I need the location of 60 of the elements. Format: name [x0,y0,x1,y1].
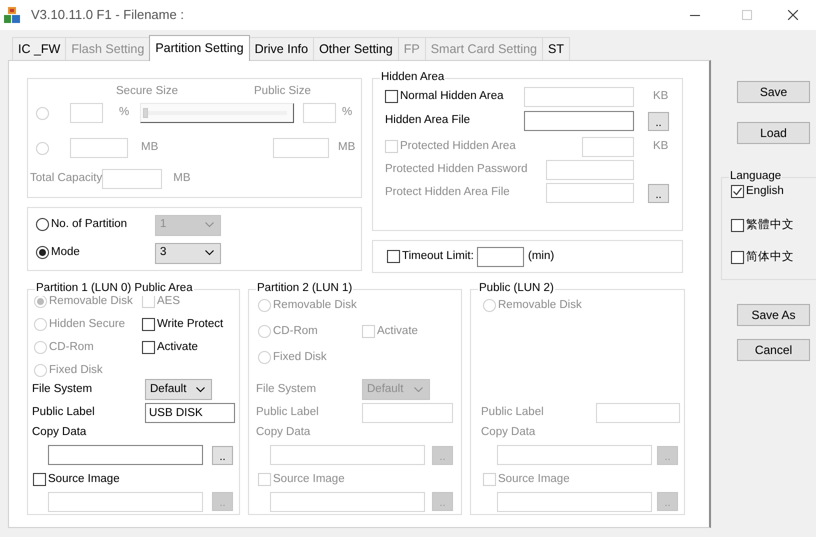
checkbox[interactable]: Normal Hidden Area [385,90,524,104]
field-label: Copy Data [481,426,536,440]
field-label: Secure Size [116,85,180,99]
load-button[interactable]: Load [737,122,810,144]
radio-option[interactable]: No. of Partition [36,218,155,232]
unit-label: % [119,106,130,120]
unit-label: MB [173,172,190,186]
field-label: Protect Hidden Area File [385,186,511,200]
tab[interactable]: IC _FW [12,37,66,60]
field-label: Public Label [481,406,545,420]
field-label: Public Size [254,85,311,99]
save-button[interactable]: Save [737,81,810,103]
text-field[interactable] [477,246,524,266]
field-label: Public Label [256,406,320,420]
field-label: Hidden Area File [385,114,472,128]
checkbox[interactable]: Source Image [33,473,120,487]
group-title: Language [729,170,782,184]
maximize-icon[interactable] [742,10,752,20]
unit-label: MB [141,141,160,155]
tab[interactable]: Partition Setting [149,35,250,61]
close-icon[interactable] [788,10,798,20]
field-label: (min) [528,250,554,264]
field-label: Public Label [32,406,96,420]
text-field[interactable]: USB DISK [145,403,235,423]
field-label: Total Capacity [30,172,102,186]
field-label: Protected Hidden Password [385,163,529,177]
browse-button[interactable]: .. [648,112,669,130]
field-label: File System [32,382,94,396]
window-title: V3.10.11.0 F1 - Filename : [31,7,184,23]
unit-label: KB [653,140,668,154]
app-icon [4,7,20,23]
checkbox[interactable]: English [731,185,784,199]
caret-icon [414,386,423,392]
checkmark-icon [732,186,743,198]
group-title: Partition 1 (LUN 0) Public Area [35,282,194,296]
checkbox[interactable]: 简体中文 [731,251,794,265]
text-field[interactable] [524,111,634,131]
checkbox[interactable]: Timeout Limit: [387,250,477,264]
caret-icon [196,386,205,392]
tab[interactable]: ST [542,37,570,60]
caret-icon [205,222,214,228]
text-field[interactable] [48,445,203,465]
unit-label: KB [653,90,668,104]
field-label: Copy Data [32,426,88,440]
unit-label: % [342,106,352,120]
dropdown[interactable]: 3 [155,242,221,264]
caret-icon [205,250,214,256]
field-label: Copy Data [256,426,312,440]
cancel-button[interactable]: Cancel [737,339,810,361]
unit-label: MB [338,141,356,155]
group-title: Partition 2 (LUN 1) [256,282,354,296]
browse-button[interactable]: .. [212,446,233,464]
checkbox[interactable]: Activate [142,340,239,354]
radio-option[interactable]: Mode [36,246,155,260]
dropdown[interactable]: Default [145,379,212,400]
checkbox[interactable]: 繁體中文 [731,219,794,233]
checkbox[interactable]: Write Protect [142,318,239,332]
group-title: Public (LUN 2) [478,282,555,296]
field-label: File System [256,382,318,396]
save-as-button[interactable]: Save As [737,304,810,326]
